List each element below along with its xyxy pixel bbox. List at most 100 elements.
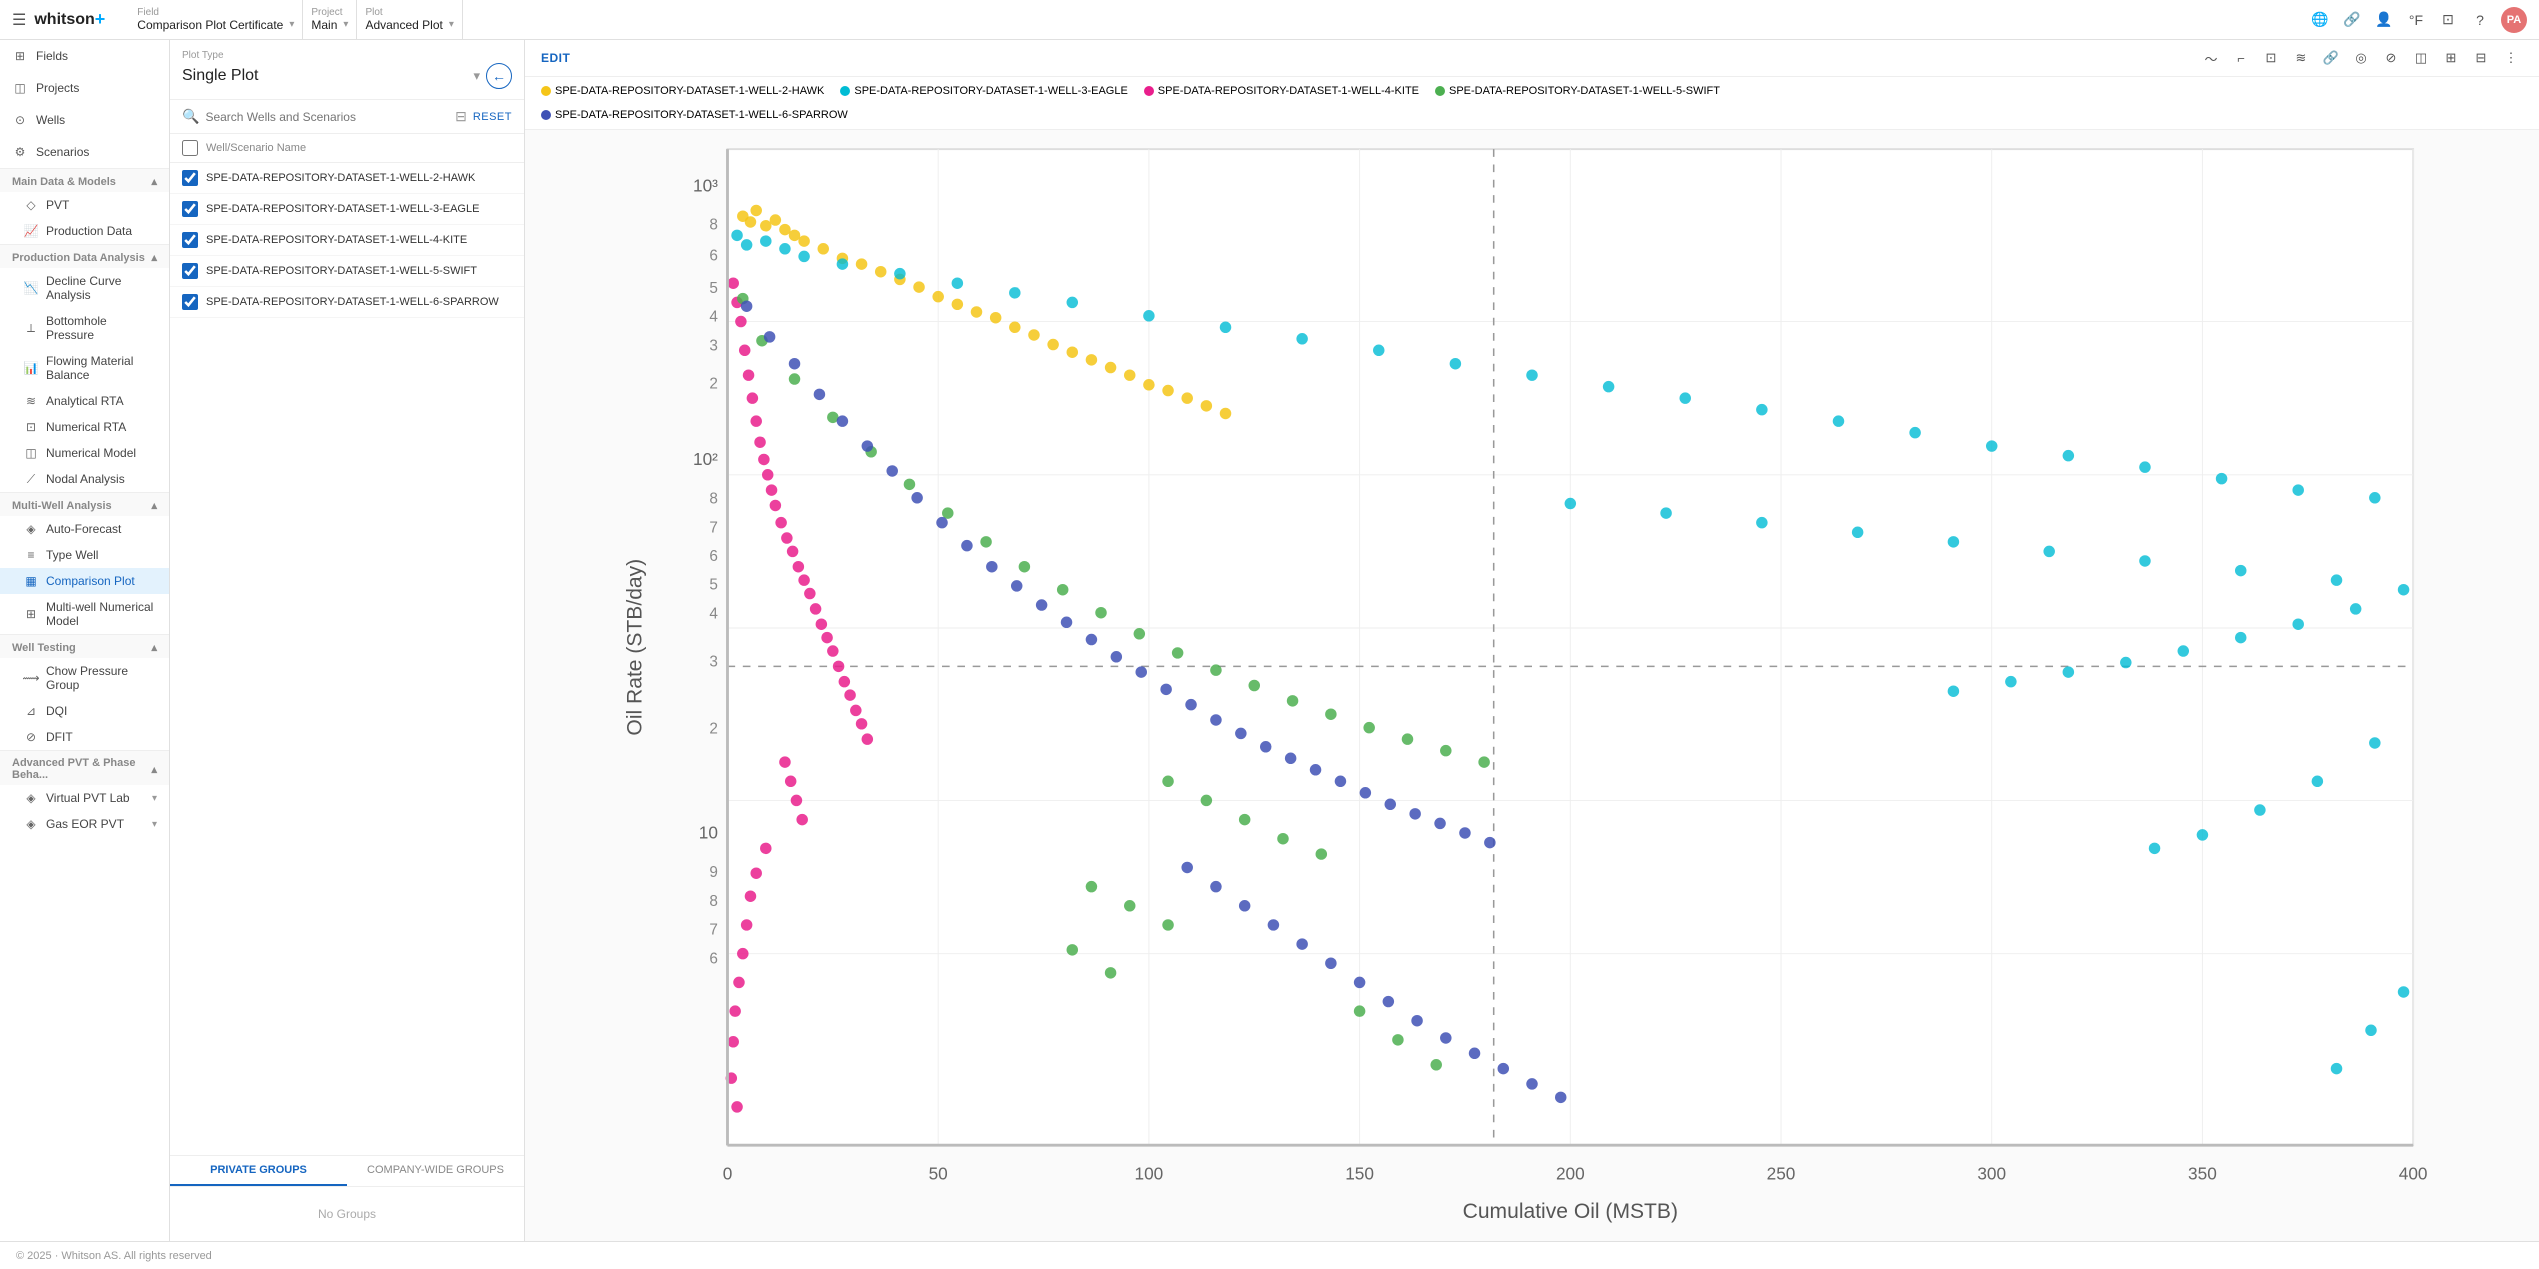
sidebar-item-analytical-rta[interactable]: ≋ Analytical RTA [0,388,169,414]
svg-text:300: 300 [1977,1164,2006,1184]
sidebar-item-auto-forecast[interactable]: ◈ Auto-Forecast [0,516,169,542]
svg-text:350: 350 [2188,1164,2217,1184]
avatar[interactable]: PA [2501,7,2527,33]
line-tool-icon[interactable]: 〜 [2199,46,2223,70]
sidebar-item-label-production-data: Production Data [46,224,132,238]
svg-text:0: 0 [723,1164,733,1184]
well-col-header: Well/Scenario Name [206,142,306,154]
table-row[interactable]: SPE-DATA-REPOSITORY-DATASET-1-WELL-4-KIT… [170,225,524,256]
user-icon[interactable]: 👤 [2373,9,2395,31]
sidebar-item-virtual-pvt[interactable]: ◈ Virtual PVT Lab ▾ [0,785,169,811]
svg-text:3: 3 [709,337,718,354]
group-header-well-testing[interactable]: Well Testing ▴ [0,634,169,658]
svg-text:Cumulative Oil (MSTB): Cumulative Oil (MSTB) [1463,1200,1678,1223]
slash-tool-icon[interactable]: ⊘ [2379,46,2403,70]
sidebar-item-nodal-analysis[interactable]: ⟋ Nodal Analysis [0,466,169,492]
sidebar-item-bottomhole[interactable]: ⟂ Bottomhole Pressure [0,308,169,348]
sidebar-item-production-data[interactable]: 📈 Production Data [0,218,169,244]
group-header-main-data[interactable]: Main Data & Models ▴ [0,168,169,192]
well-name-4: SPE-DATA-REPOSITORY-DATASET-1-WELL-6-SPA… [206,296,499,308]
sidebar-item-label-projects: Projects [36,81,79,95]
circle-tool-icon[interactable]: ◎ [2349,46,2373,70]
well-checkbox-1[interactable] [182,201,198,217]
select-all-checkbox[interactable] [182,140,198,156]
svg-text:4: 4 [709,605,718,622]
minus-tool-icon[interactable]: ⊟ [2469,46,2493,70]
chevron-down-icon-3: ▾ [449,19,454,30]
well-checkbox-2[interactable] [182,232,198,248]
sidebar-item-dqi[interactable]: ⊿ DQI [0,698,169,724]
back-arrow-button[interactable]: ← [486,63,512,89]
well-checkbox-4[interactable] [182,294,198,310]
search-icon[interactable]: 🔍 [182,108,199,125]
link-icon[interactable]: 🔗 [2341,9,2363,31]
copy-tool-icon[interactable]: ◫ [2409,46,2433,70]
svg-text:Oil Rate (STB/day): Oil Rate (STB/day) [623,559,646,736]
plot-type-section: Plot Type Single Plot ▾ ← [170,40,524,100]
well-checkbox-3[interactable] [182,263,198,279]
expand-icon[interactable]: ⊡ [2437,9,2459,31]
virtual-pvt-icon: ◈ [24,791,38,805]
temp-icon[interactable]: °F [2405,9,2427,31]
sidebar-item-numerical-model[interactable]: ◫ Numerical Model [0,440,169,466]
chart-container[interactable]: Oil Rate (STB/day) 10³ 8 6 5 4 3 2 10² 8… [525,130,2539,1241]
sidebar-item-multi-well-numerical[interactable]: ⊞ Multi-well Numerical Model [0,594,169,634]
table-row[interactable]: SPE-DATA-REPOSITORY-DATASET-1-WELL-5-SWI… [170,256,524,287]
sidebar-item-numerical-rta[interactable]: ⊡ Numerical RTA [0,414,169,440]
breadcrumb-plot[interactable]: Plot Advanced Plot ▾ [357,0,462,40]
filter-icon[interactable]: ⊟ [455,108,467,125]
group-header-advanced-pvt[interactable]: Advanced PVT & Phase Beha... ▴ [0,750,169,785]
sidebar-item-wells[interactable]: ⊙ Wells [0,104,169,136]
search-input[interactable] [205,110,449,124]
sidebar-item-chow-pressure[interactable]: ⟿ Chow Pressure Group [0,658,169,698]
sidebar-item-decline-curve[interactable]: 📉 Decline Curve Analysis [0,268,169,308]
legend-item-swift: SPE-DATA-REPOSITORY-DATASET-1-WELL-5-SWI… [1435,85,1720,97]
link-tool-icon[interactable]: 🔗 [2319,46,2343,70]
sidebar-item-projects[interactable]: ◫ Projects [0,72,169,104]
table-row[interactable]: SPE-DATA-REPOSITORY-DATASET-1-WELL-3-EAG… [170,194,524,225]
pvt-icon: ◇ [24,198,38,212]
logo: whitson+ [34,9,105,30]
tab-company-groups[interactable]: COMPANY-WIDE GROUPS [347,1156,524,1186]
breadcrumb-field[interactable]: Field Comparison Plot Certificate ▾ [129,0,303,40]
table-row[interactable]: SPE-DATA-REPOSITORY-DATASET-1-WELL-2-HAW… [170,163,524,194]
grid-tool-icon[interactable]: ⊞ [2439,46,2463,70]
edit-button[interactable]: EDIT [541,51,570,65]
more-tool-icon[interactable]: ⋮ [2499,46,2523,70]
sidebar-item-dfit[interactable]: ⊘ DFIT [0,724,169,750]
chart-tools: 〜 ⌐ ⊡ ≋ 🔗 ◎ ⊘ ◫ ⊞ ⊟ ⋮ [2199,46,2523,70]
tab-private-groups[interactable]: PRIVATE GROUPS [170,1156,347,1186]
zoom-tool-icon[interactable]: ⌐ [2229,46,2253,70]
chart-toolbar: EDIT 〜 ⌐ ⊡ ≋ 🔗 ◎ ⊘ ◫ ⊞ ⊟ ⋮ [525,40,2539,77]
help-icon[interactable]: ? [2469,9,2491,31]
well-checkbox-0[interactable] [182,170,198,186]
sidebar-item-gas-eor[interactable]: ◈ Gas EOR PVT ▾ [0,811,169,837]
breadcrumb-project-label: Project [311,8,348,18]
breadcrumb-project-value: Main [311,18,337,32]
globe-icon[interactable]: 🌐 [2309,9,2331,31]
sidebar-item-pvt[interactable]: ◇ PVT [0,192,169,218]
group-header-pda[interactable]: Production Data Analysis ▴ [0,244,169,268]
svg-text:10: 10 [699,823,718,843]
sidebar-item-flowing-material[interactable]: 📊 Flowing Material Balance [0,348,169,388]
sidebar-item-type-well[interactable]: ≡ Type Well [0,542,169,568]
svg-text:50: 50 [929,1164,948,1184]
plot-type-label: Plot Type [182,50,512,61]
reset-button[interactable]: RESET [473,111,512,123]
sidebar-item-label-comparison-plot: Comparison Plot [46,574,135,588]
table-row[interactable]: SPE-DATA-REPOSITORY-DATASET-1-WELL-6-SPA… [170,287,524,318]
breadcrumb-project[interactable]: Project Main ▾ [303,0,357,40]
data-tool-icon[interactable]: ≋ [2289,46,2313,70]
sidebar-item-scenarios[interactable]: ⚙ Scenarios [0,136,169,168]
sidebar-item-fields[interactable]: ⊞ Fields [0,40,169,72]
sidebar-item-comparison-plot[interactable]: ▦ Comparison Plot [0,568,169,594]
plot-type-select[interactable]: Single Plot ▾ ← [182,63,512,89]
group-label-pda: Production Data Analysis [12,252,145,264]
box-tool-icon[interactable]: ⊡ [2259,46,2283,70]
group-header-mwa[interactable]: Multi-Well Analysis ▴ [0,492,169,516]
well-name-1: SPE-DATA-REPOSITORY-DATASET-1-WELL-3-EAG… [206,203,479,215]
svg-text:10³: 10³ [693,175,718,195]
chevron-down-plot-type[interactable]: ▾ [473,68,480,84]
menu-icon[interactable]: ☰ [12,10,26,30]
scatter-plot: Oil Rate (STB/day) 10³ 8 6 5 4 3 2 10² 8… [525,130,2539,1241]
